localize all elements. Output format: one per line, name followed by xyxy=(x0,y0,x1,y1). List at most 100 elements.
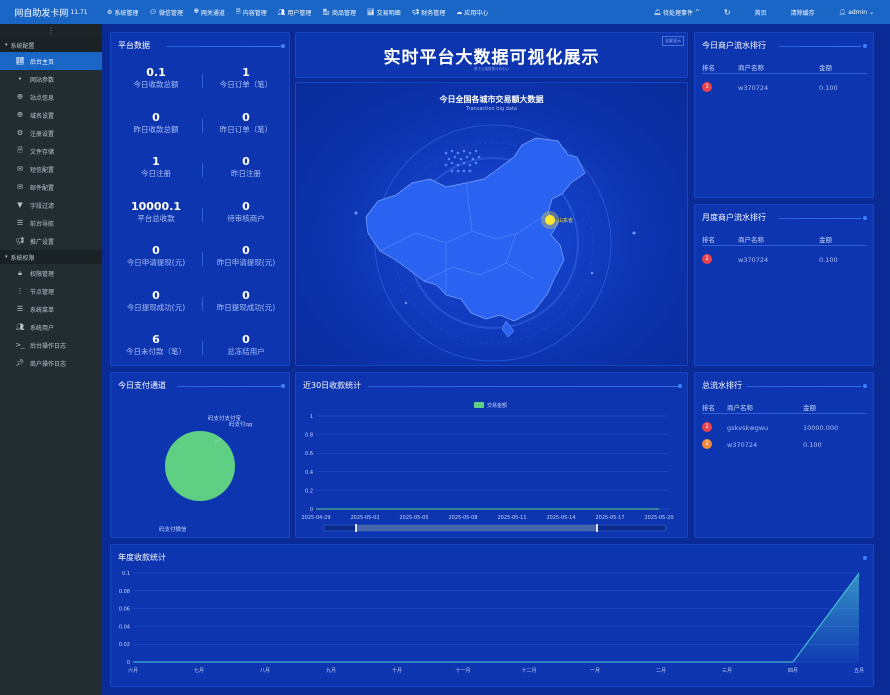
x-tick-label: 十二月 xyxy=(521,667,536,674)
x-tick-label: 二月 xyxy=(656,668,666,674)
sidebar-item[interactable]: 📢︎ 推广设置 xyxy=(0,232,102,250)
x-tick-label: 2025-05-14 xyxy=(546,515,575,521)
top-nav-label: 微信管理 xyxy=(159,9,184,17)
globe-icon: 🌐︎ xyxy=(17,110,23,119)
clear-cache-button[interactable]: 清除缓存 xyxy=(791,8,815,17)
sidebar-item[interactable]: 📌︎ 商户操作日志 xyxy=(0,354,102,372)
table-header: 金额 xyxy=(803,404,816,412)
home-link[interactable]: 首页 xyxy=(755,8,767,17)
stat-value: 1 xyxy=(152,155,160,168)
globe-icon: 🌐︎ xyxy=(17,92,23,101)
list-icon: ☰ xyxy=(16,219,24,227)
table-header: 排名 xyxy=(702,236,715,244)
top-nav-label: 应用中心 xyxy=(464,9,489,17)
sidebar-item[interactable]: ⚙ 注册设置 xyxy=(0,124,102,142)
sidebar-item[interactable]: 🗎 文件存储 xyxy=(0,142,102,160)
top-nav-item[interactable]: 🌐︎ 网关通道 xyxy=(194,8,225,17)
x-tick-label: 七月 xyxy=(194,667,204,674)
hero-title: 实时平台大数据可视化展示 xyxy=(383,48,600,68)
sidebar-item[interactable]: ☰ 前台导航 xyxy=(0,214,102,232)
stat-label: 昨日注册 xyxy=(231,169,261,178)
brand-title: 网自助发卡网 xyxy=(14,8,69,19)
sidebar-item[interactable]: ✉ 邮件配置 xyxy=(0,178,102,196)
x-tick-label: 2025-04-29 xyxy=(301,515,330,521)
stat-value: 0 xyxy=(242,244,250,257)
refresh-button[interactable]: ↻ xyxy=(724,8,731,17)
divider xyxy=(702,245,867,246)
top-nav-item[interactable]: 🏪︎ 商品管理 xyxy=(322,8,356,17)
dashboard: 平台数据 0.1 今日收款总额 1 今日订单（笔） 0 昨日收款总额 0 昨日订单（笔） 1 今日… xyxy=(102,24,890,695)
brand-logo[interactable]: 网自助发卡网 11.71 xyxy=(0,0,102,24)
x-tick-label: 2025-05-11 xyxy=(497,515,526,521)
top-nav-label: 系统管理 xyxy=(114,9,139,17)
sidebar-item[interactable]: ▼ 字段过滤 xyxy=(0,196,102,214)
stat-item: 0.1 今日收款总额 xyxy=(111,66,201,90)
divider xyxy=(702,73,867,74)
sidebar-item[interactable]: ⋮ 节点管理 xyxy=(0,282,102,300)
stat-label: 总冻结用户 xyxy=(227,347,265,356)
panel-title: 平台数据 xyxy=(118,41,150,50)
stat-value: 0 xyxy=(152,288,160,302)
sidebar-item[interactable]: 🌐︎ 域名设置 xyxy=(0,106,102,124)
sitemap-icon: ⋮ xyxy=(16,287,24,295)
sidebar-item[interactable]: ✉ 短信配置 xyxy=(0,160,102,178)
top-nav-item[interactable]: 💬︎ 微信管理 xyxy=(149,8,183,17)
y-tick-label: 0.4 xyxy=(305,470,313,476)
sidebar-group[interactable]: ▾ 系统权限 xyxy=(0,250,102,264)
stat-item: 0 昨日申请提现(元) xyxy=(201,244,291,268)
sidebar-item[interactable]: 📈︎ 后台主页 xyxy=(0,52,102,70)
zoom-slider-range[interactable] xyxy=(356,525,597,531)
file-icon: 🗎 xyxy=(17,145,23,154)
zoom-handle-right[interactable] xyxy=(596,524,598,532)
x-tick-label: 六月 xyxy=(128,667,138,674)
sidebar-item[interactable]: 🌐︎ 站点信息 xyxy=(0,88,102,106)
top-nav-item[interactable]: ☁ 应用中心 xyxy=(456,8,488,17)
map-marker-label: 山东省 xyxy=(558,217,573,224)
legend-swatch xyxy=(474,402,484,408)
sidebar-item-label: 商户操作日志 xyxy=(30,360,67,368)
sidebar-item-label: 推广设置 xyxy=(30,238,55,246)
sidebar-item[interactable]: ☰ 系统菜单 xyxy=(0,300,102,318)
divider xyxy=(167,46,281,47)
sidebar-item-label: 系统菜单 xyxy=(30,306,55,314)
zoom-handle-left[interactable] xyxy=(355,524,357,532)
y-tick-label: 0.06 xyxy=(119,607,130,613)
top-nav-item[interactable]: 🗎 内容管理 xyxy=(236,7,267,17)
sidebar-group[interactable]: ▾ 系统配置 xyxy=(0,38,102,52)
top-nav-label: 财务管理 xyxy=(421,9,446,17)
annual-panel: 年度收款统计 0 0.02 0.04 0.06 0.08 0.1 六月 七月 八月 九月 十月 十一月… xyxy=(110,544,874,687)
file-icon: 🗎 xyxy=(235,8,241,15)
pending-events-button[interactable]: 🔔︎ 待处理事件 ^ xyxy=(653,8,700,17)
map-panel: 今日全国各城市交易额大数据 Transaction big data 山东省 xyxy=(295,82,688,366)
sidebar-item[interactable]: • 网站参数 xyxy=(0,70,102,88)
envelope-icon: ✉ xyxy=(17,183,23,191)
amount: 0.100 xyxy=(803,441,822,449)
fullscreen-button[interactable]: 全屏显示 xyxy=(662,36,684,46)
sidebar-item[interactable]: 👥︎ 系统用户 xyxy=(0,318,102,336)
bell-icon: 🔔︎ xyxy=(653,8,661,16)
wechat-icon: 💬︎ xyxy=(149,8,158,16)
y-tick-label: 0.6 xyxy=(305,451,313,457)
sidebar-item[interactable]: 🔒︎ 权限管理 xyxy=(0,264,102,282)
table-header: 商户名称 xyxy=(727,404,753,412)
shop-icon: 🏪︎ xyxy=(322,8,330,16)
y-tick-label: 0.04 xyxy=(119,624,130,630)
sidebar-item[interactable]: >_ 后台操作日志 xyxy=(0,336,102,354)
user-menu[interactable]: 👤︎ admin ⌄ xyxy=(839,9,874,16)
x-tick-label: 十一月 xyxy=(455,667,470,674)
stat-value: 0 xyxy=(242,155,250,168)
sidebar-toggle-button[interactable]: ⋮ xyxy=(0,24,102,38)
x-tick-label: 一月 xyxy=(590,668,600,674)
top-nav-item[interactable]: 📢︎ 财务管理 xyxy=(412,8,446,17)
top-nav-item[interactable]: ⚙ 系统管理 xyxy=(107,8,138,17)
platform-data-panel: 平台数据 0.1 今日收款总额 1 今日订单（笔） 0 昨日收款总额 0 昨日订单（笔） 1 今日… xyxy=(110,32,290,366)
stat-value: 0 xyxy=(152,244,160,257)
top-nav-item[interactable]: 📊︎ 交易明细 xyxy=(367,8,401,17)
annual-area-chart: 0 0.02 0.04 0.06 0.08 0.1 六月 七月 八月 九月 十月 十一月 十二月 一月 二月… xyxy=(119,571,864,674)
hero-subtitle: 基于云端数据分析中心 xyxy=(474,67,509,71)
top-nav-item[interactable]: 👥︎ 用户管理 xyxy=(278,8,312,17)
stat-value: 1 xyxy=(242,66,250,79)
lock-icon: 🔒︎ xyxy=(18,268,22,277)
users-icon: 👥︎ xyxy=(277,8,286,16)
sidebar-item-label: 系统用户 xyxy=(30,324,55,332)
